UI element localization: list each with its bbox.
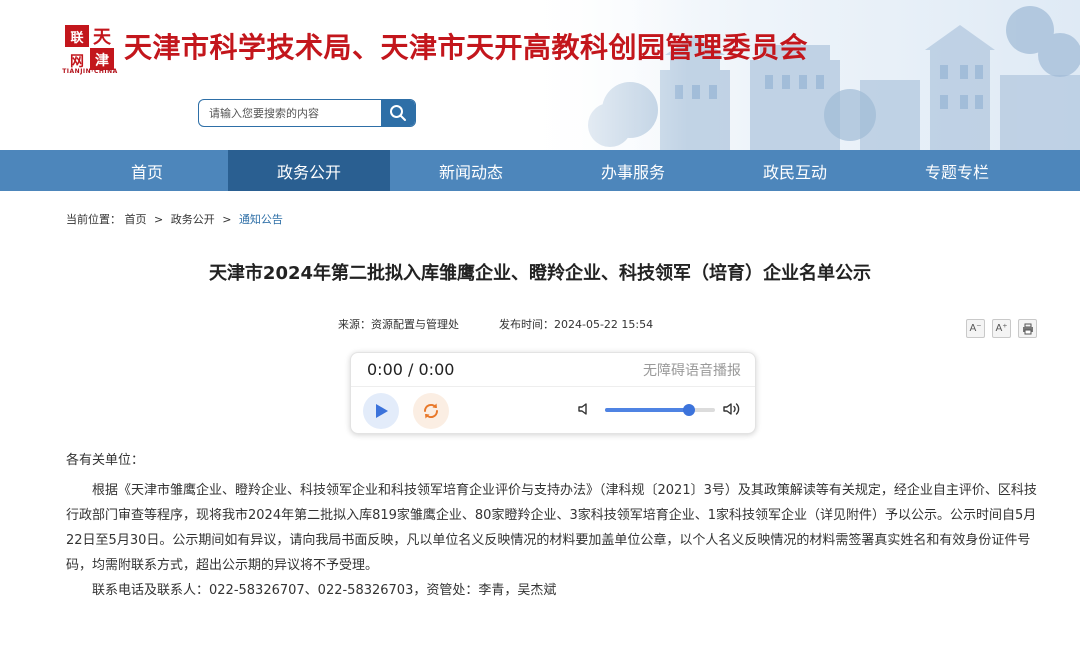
article-source: 来源：资源配置与管理处 <box>338 318 459 331</box>
article-salutation: 各有关单位： <box>66 453 145 468</box>
printer-icon <box>1022 323 1033 334</box>
breadcrumb-separator: > <box>222 213 232 226</box>
article-tools: A⁻ A⁺ <box>966 319 1037 338</box>
player-accessibility-label: 无障碍语音播报 <box>643 363 741 379</box>
loop-icon <box>423 403 439 419</box>
search-box <box>198 99 416 127</box>
breadcrumb-link-home[interactable]: 首页 <box>125 213 147 226</box>
nav-item-interaction[interactable]: 政民互动 <box>714 150 876 191</box>
volume-slider-knob[interactable] <box>682 404 695 416</box>
article-contact: 联系电话及联系人：022-58326707、022-58326703，资管处：李… <box>92 583 557 598</box>
article-publish-time: 发布时间：2024-05-22 15:54 <box>499 318 654 331</box>
player-divider <box>351 386 755 387</box>
font-increase-button[interactable]: A⁺ <box>992 319 1011 338</box>
breadcrumb-separator: > <box>154 213 164 226</box>
volume-slider-fill <box>605 408 689 412</box>
campus-scenery-image <box>520 0 1080 150</box>
nav-item-home[interactable]: 首页 <box>66 150 228 191</box>
svg-text:天: 天 <box>93 27 112 48</box>
search-input[interactable] <box>199 100 381 126</box>
nav-item-services[interactable]: 办事服务 <box>552 150 714 191</box>
breadcrumb-link-government-affairs[interactable]: 政务公开 <box>171 213 215 226</box>
mute-icon[interactable] <box>577 401 593 417</box>
audio-player: 0:00 / 0:00 无障碍语音播报 <box>350 352 756 434</box>
volume-slider[interactable] <box>605 404 715 416</box>
breadcrumb: 当前位置： 首页 > 政务公开 > 通知公告 <box>66 211 283 227</box>
player-time: 0:00 / 0:00 <box>367 360 455 379</box>
svg-text:津: 津 <box>95 52 109 69</box>
search-icon <box>390 105 406 121</box>
svg-text:联: 联 <box>70 31 83 46</box>
play-icon <box>376 404 388 418</box>
loop-button[interactable] <box>413 393 449 429</box>
search-button[interactable] <box>381 100 415 126</box>
volume-icon[interactable] <box>723 401 741 417</box>
nav-item-special-topics[interactable]: 专题专栏 <box>876 150 1038 191</box>
logo-subtitle: TIANJIN·CHINA <box>62 68 118 75</box>
site-header: 联 天 网 津 TIANJIN·CHINA 天津市科学技术局、天津市天开高教科创… <box>0 0 1080 150</box>
article-title: 天津市2024年第二批拟入库雏鹰企业、瞪羚企业、科技领军（培育）企业名单公示 <box>208 263 872 284</box>
breadcrumb-link-notices[interactable]: 通知公告 <box>239 213 283 226</box>
article-body: 各有关单位： 根据《天津市雏鹰企业、瞪羚企业、科技领军企业和科技领军培育企业评价… <box>66 448 1044 603</box>
article-paragraph: 根据《天津市雏鹰企业、瞪羚企业、科技领军企业和科技领军培育企业评价与支持办法》（… <box>66 483 1037 573</box>
breadcrumb-prefix: 当前位置： <box>66 213 121 226</box>
nav-item-government-affairs[interactable]: 政务公开 <box>228 150 390 191</box>
nav-item-news[interactable]: 新闻动态 <box>390 150 552 191</box>
article-meta: 来源：资源配置与管理处 发布时间：2024-05-22 15:54 <box>338 316 653 332</box>
print-button[interactable] <box>1018 319 1037 338</box>
play-button[interactable] <box>363 393 399 429</box>
site-title: 天津市科学技术局、天津市天开高教科创园管理委员会 <box>124 31 809 64</box>
font-decrease-button[interactable]: A⁻ <box>966 319 985 338</box>
main-nav: 首页 政务公开 新闻动态 办事服务 政民互动 专题专栏 <box>0 150 1080 191</box>
